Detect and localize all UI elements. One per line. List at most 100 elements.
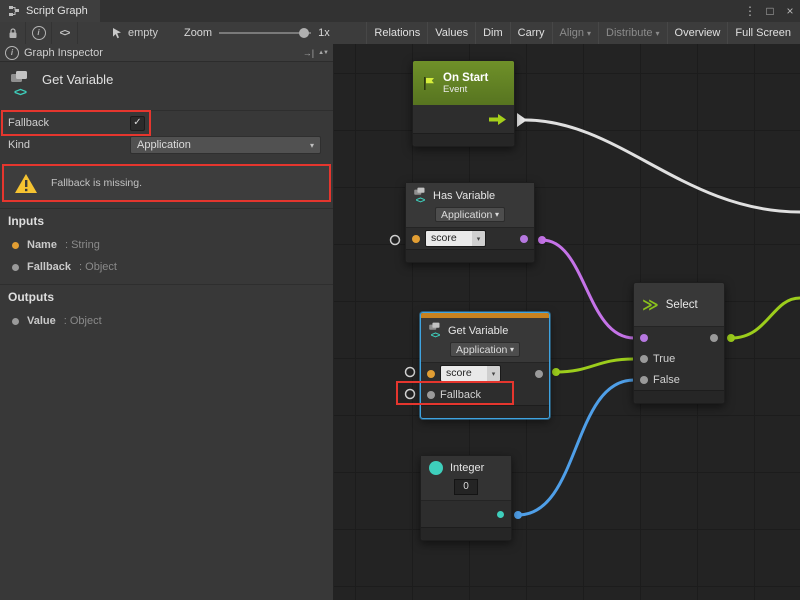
selection-output-port-icon[interactable] xyxy=(710,334,718,342)
name-field-value: score xyxy=(441,366,487,381)
get-variable-fallback-port[interactable] xyxy=(406,390,415,399)
source-button[interactable]: <> xyxy=(52,22,78,44)
fallback-toggle-row: Fallback ✓ xyxy=(0,112,333,134)
chevron-down-icon: ▾ xyxy=(495,210,499,219)
lock-icon xyxy=(7,27,19,39)
variables-stack-icon xyxy=(10,70,30,84)
node-on-start[interactable]: On Start Event xyxy=(412,60,515,147)
name-field-value: score xyxy=(426,231,472,246)
true-port-icon[interactable] xyxy=(640,355,648,363)
port-type: : String xyxy=(65,239,100,251)
wire-get-variable-to-select-true xyxy=(556,359,634,372)
kind-value: Application xyxy=(137,139,191,151)
chevron-down-icon: ▾ xyxy=(472,231,485,246)
full-screen-button[interactable]: Full Screen xyxy=(727,22,798,44)
zoom-slider[interactable] xyxy=(219,27,311,39)
graph-inspector-panel: i Graph Inspector →| ▲▼ <> Get Variable … xyxy=(0,44,334,600)
divider xyxy=(0,284,333,285)
get-variable-name-field[interactable]: score ▾ xyxy=(440,365,501,382)
node-footer xyxy=(634,390,724,403)
divider xyxy=(0,110,333,111)
tab-script-graph[interactable]: Script Graph xyxy=(0,0,100,22)
lock-button[interactable] xyxy=(0,22,26,44)
port-name: Value xyxy=(27,315,56,327)
value-output-port-icon[interactable] xyxy=(535,370,543,378)
tab-label: Script Graph xyxy=(26,5,88,17)
select-output-port[interactable] xyxy=(727,334,735,342)
scroll-arrows-icon[interactable]: ▲▼ xyxy=(318,50,328,56)
window-maximize-icon[interactable]: □ xyxy=(760,0,780,22)
has-variable-output-port[interactable] xyxy=(538,236,546,244)
zoom-control: Zoom 1x xyxy=(184,27,330,39)
carry-button[interactable]: Carry xyxy=(510,22,552,44)
has-variable-name-field[interactable]: score ▾ xyxy=(425,230,486,247)
zoom-slider-track xyxy=(219,32,311,34)
inspect-button[interactable]: i xyxy=(26,22,52,44)
get-variable-value-port[interactable] xyxy=(552,368,560,376)
true-label: True xyxy=(653,353,675,365)
chevron-down-icon: ▾ xyxy=(487,366,500,381)
wire-select-output xyxy=(731,298,800,338)
get-variable-fallback-row: Fallback xyxy=(421,384,549,405)
event-output-port[interactable] xyxy=(517,113,527,127)
window-controls: ⋮ □ × xyxy=(740,0,800,22)
condition-port-icon[interactable] xyxy=(640,334,648,342)
info-icon: i xyxy=(32,26,46,40)
relations-button[interactable]: Relations xyxy=(366,22,427,44)
distribute-button[interactable]: Distribute▾ xyxy=(598,22,666,44)
node-get-variable[interactable]: <> Get Variable Application ▾ score ▾ xyxy=(420,312,550,419)
integer-body xyxy=(421,501,511,527)
node-select[interactable]: ≫ Select True False xyxy=(633,282,725,404)
cursor-icon xyxy=(112,28,123,39)
dock-icon[interactable]: →| xyxy=(303,48,314,58)
values-button[interactable]: Values xyxy=(427,22,475,44)
port-name: Name xyxy=(27,239,57,251)
node-has-variable[interactable]: <> Has Variable Application ▾ score ▾ xyxy=(405,182,535,263)
integer-output-port[interactable] xyxy=(514,511,522,519)
has-variable-name-port[interactable] xyxy=(391,236,400,245)
kind-label: Kind xyxy=(8,139,130,151)
get-variable-name-row: score ▾ xyxy=(421,363,549,384)
divider xyxy=(0,208,333,209)
kind-dropdown[interactable]: Application ▾ xyxy=(130,136,321,154)
wire-event xyxy=(525,120,800,212)
false-port-icon[interactable] xyxy=(640,376,648,384)
fallback-port-icon[interactable] xyxy=(427,391,435,399)
window-close-icon[interactable]: × xyxy=(780,0,800,22)
bool-output-port-icon[interactable] xyxy=(520,235,528,243)
has-variable-kind-dropdown[interactable]: Application ▾ xyxy=(435,207,505,222)
align-button[interactable]: Align▾ xyxy=(552,22,598,44)
kind-value: Application xyxy=(456,344,507,356)
node-footer xyxy=(413,133,514,146)
select-icon: ≫ xyxy=(642,295,659,315)
window-menu-icon[interactable]: ⋮ xyxy=(740,0,760,22)
integer-value-field[interactable]: 0 xyxy=(454,479,478,495)
node-title: Select xyxy=(666,299,698,311)
check-icon: ✓ xyxy=(133,118,141,128)
string-port-icon xyxy=(12,242,19,249)
get-variable-name-port[interactable] xyxy=(406,368,415,377)
select-io-row xyxy=(634,327,724,348)
string-port-icon[interactable] xyxy=(412,235,420,243)
select-false-row: False xyxy=(634,369,724,390)
zoom-slider-handle[interactable] xyxy=(299,28,309,38)
inputs-header: Inputs xyxy=(0,212,333,232)
code-icon: <> xyxy=(416,196,425,204)
graph-inspector-title: Graph Inspector xyxy=(24,47,103,59)
graph-canvas[interactable]: On Start Event xyxy=(334,44,800,600)
node-footer xyxy=(421,405,549,418)
get-variable-kind-dropdown[interactable]: Application ▾ xyxy=(450,342,520,357)
dim-button[interactable]: Dim xyxy=(475,22,510,44)
fallback-checkbox[interactable]: ✓ xyxy=(130,116,145,131)
node-integer[interactable]: Integer 0 xyxy=(420,455,512,541)
chevron-down-icon: ▾ xyxy=(310,141,314,150)
graph-name-label: empty xyxy=(128,27,158,39)
zoom-label: Zoom xyxy=(184,27,212,39)
overview-button[interactable]: Overview xyxy=(667,22,728,44)
code-icon: <> xyxy=(14,85,26,99)
script-graph-icon xyxy=(8,5,20,17)
input-port-row: Name : String xyxy=(0,234,333,256)
string-port-icon[interactable] xyxy=(427,370,435,378)
integer-output-port-icon[interactable] xyxy=(497,511,504,518)
node-title: Has Variable xyxy=(433,190,495,202)
